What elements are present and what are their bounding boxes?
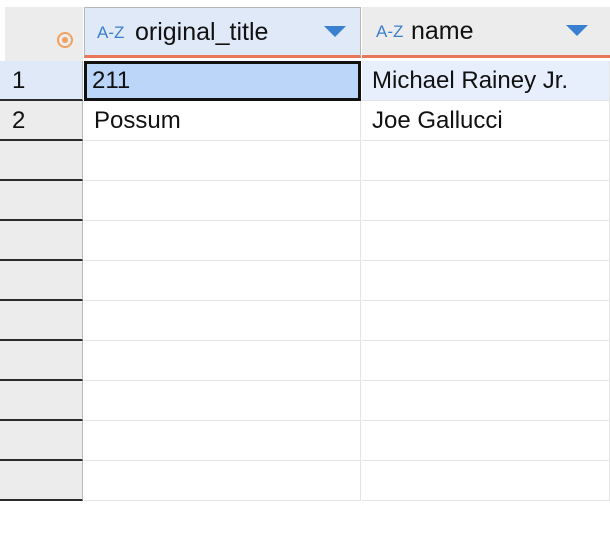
table-row[interactable] xyxy=(0,221,610,261)
column-header-original-title[interactable]: A-Z original_title xyxy=(84,7,361,58)
text-type-icon: A-Z xyxy=(97,23,125,42)
row-number[interactable] xyxy=(0,181,83,221)
cell-name[interactable] xyxy=(362,341,610,381)
row-number[interactable]: 1 xyxy=(0,61,83,101)
row-number[interactable] xyxy=(0,461,83,501)
column-header-label: name xyxy=(411,17,474,45)
cell-original-title[interactable] xyxy=(84,301,361,341)
column-header-name[interactable]: A-Z name xyxy=(362,7,610,58)
table-row[interactable] xyxy=(0,341,610,381)
row-number[interactable] xyxy=(0,421,83,461)
chevron-down-icon[interactable] xyxy=(324,26,346,37)
table-row[interactable] xyxy=(0,261,610,301)
cell-original-title[interactable] xyxy=(84,461,361,501)
cell-original-title[interactable]: Possum xyxy=(84,101,361,141)
row-number[interactable]: 2 xyxy=(0,101,83,141)
cell-name[interactable] xyxy=(362,181,610,221)
cell-original-title[interactable] xyxy=(84,381,361,421)
table-row[interactable] xyxy=(0,381,610,421)
cell-original-title[interactable] xyxy=(84,261,361,301)
row-number[interactable] xyxy=(0,221,83,261)
cell-original-title[interactable] xyxy=(84,221,361,261)
cell-name[interactable] xyxy=(362,381,610,421)
table-row[interactable] xyxy=(0,301,610,341)
cell-name[interactable] xyxy=(362,141,610,181)
table-row[interactable] xyxy=(0,421,610,461)
cell-original-title[interactable] xyxy=(84,421,361,461)
cell-name[interactable] xyxy=(362,461,610,501)
row-number[interactable] xyxy=(0,381,83,421)
row-number[interactable] xyxy=(0,301,83,341)
result-grid: A-Z original_title A-Z name 1 211 Michael … xyxy=(0,0,610,546)
column-header-label: original_title xyxy=(135,18,269,46)
cell-name[interactable] xyxy=(362,261,610,301)
table-row[interactable] xyxy=(0,141,610,181)
table-row[interactable] xyxy=(0,181,610,221)
table-row[interactable] xyxy=(0,461,610,501)
row-number[interactable] xyxy=(0,141,83,181)
record-icon[interactable] xyxy=(57,32,73,48)
cell-original-title[interactable] xyxy=(84,341,361,381)
select-all-corner[interactable] xyxy=(5,7,83,62)
text-type-icon: A-Z xyxy=(376,22,404,41)
cell-name[interactable] xyxy=(362,421,610,461)
chevron-down-icon[interactable] xyxy=(566,25,588,36)
cell-name[interactable]: Joe Gallucci xyxy=(362,101,610,141)
cell-original-title[interactable] xyxy=(84,141,361,181)
table-row[interactable]: 2 Possum Joe Gallucci xyxy=(0,101,610,141)
cell-name[interactable]: Michael Rainey Jr. xyxy=(362,61,610,101)
cell-name[interactable] xyxy=(362,221,610,261)
table-row[interactable]: 1 211 Michael Rainey Jr. xyxy=(0,61,610,101)
cell-original-title[interactable]: 211 xyxy=(84,61,361,101)
cell-name[interactable] xyxy=(362,301,610,341)
row-number[interactable] xyxy=(0,341,83,381)
row-number[interactable] xyxy=(0,261,83,301)
cell-original-title[interactable] xyxy=(84,181,361,221)
